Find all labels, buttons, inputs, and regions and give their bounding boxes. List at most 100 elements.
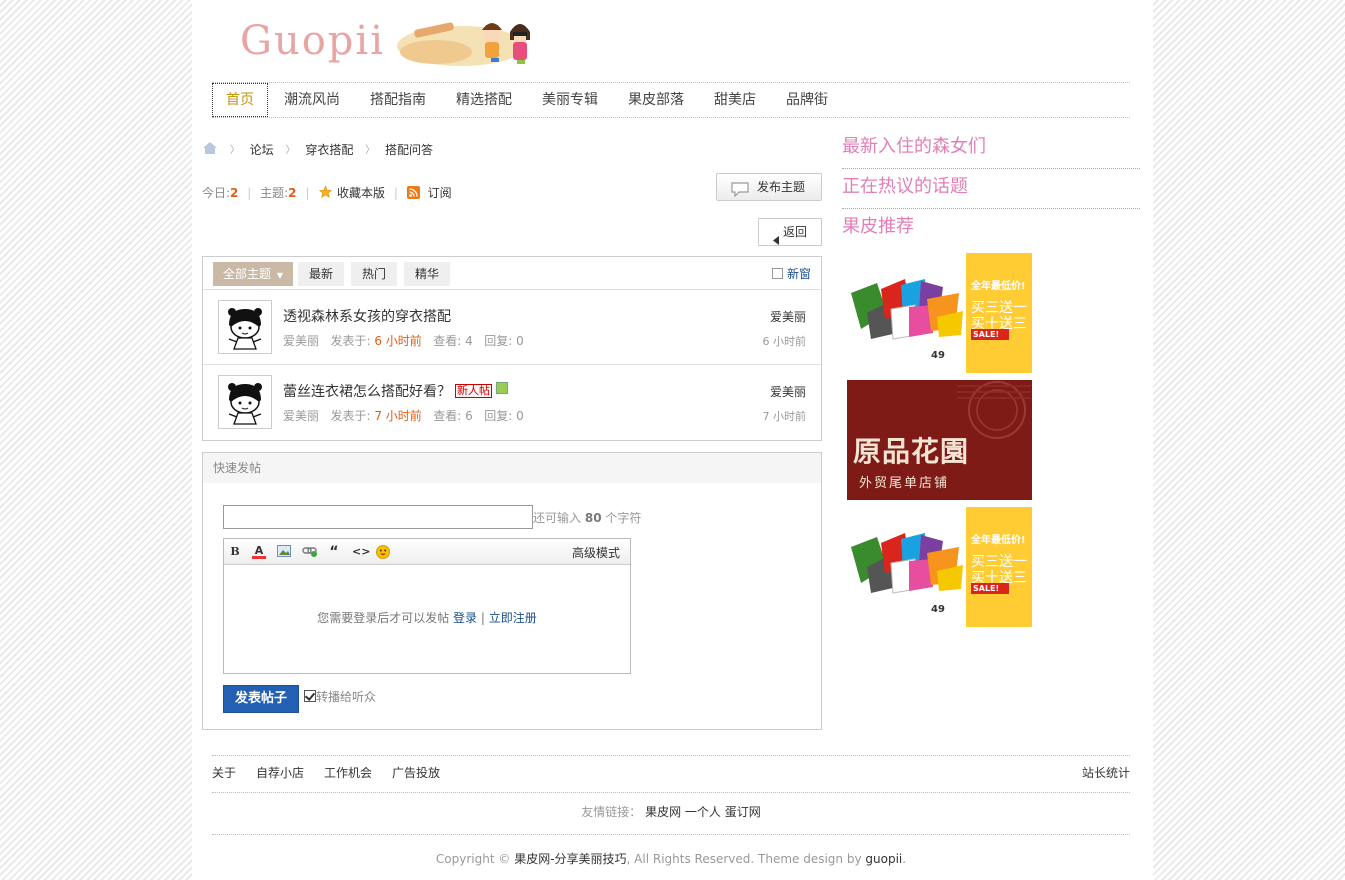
register-link[interactable]: 立即注册 — [489, 611, 537, 625]
avatar[interactable] — [218, 300, 272, 354]
breadcrumb-separator-icon: 〉 — [285, 144, 296, 156]
thread-row: 蕾丝连衣裙怎么搭配好看？ 新人帖 爱美丽 发表于: 7 小时前 查看: 6 回复:… — [203, 364, 821, 440]
nav-item-guide[interactable]: 搭配指南 — [370, 83, 426, 117]
footer-link-stats[interactable]: 站长统计 — [1082, 756, 1130, 790]
thread-views: 4 — [465, 334, 473, 348]
tab-all[interactable]: 全部主题 ▼ — [213, 262, 293, 286]
footer-link-shops[interactable]: 自荐小店 — [256, 756, 304, 790]
advanced-mode-link[interactable]: 高级模式 — [572, 544, 620, 561]
nav-item-tribe[interactable]: 果皮部落 — [628, 83, 684, 117]
thread-title[interactable]: 透视森林系女孩的穿衣搭配 — [283, 306, 451, 326]
thread-posted-time: 7 小时前 — [374, 409, 422, 423]
ad-price: 49 — [931, 604, 945, 615]
remaining-count: 80 — [584, 511, 602, 525]
tab-hot[interactable]: 热门 — [351, 262, 397, 286]
divider — [212, 834, 1130, 835]
relay-option[interactable]: 转播给听众 — [304, 688, 376, 705]
tab-all-label: 全部主题 — [223, 267, 272, 281]
breadcrumb-forum[interactable]: 论坛 — [250, 143, 274, 157]
friend-link[interactable]: 一个人 — [685, 805, 721, 819]
chevron-down-icon: ▼ — [276, 271, 283, 280]
sidebar-title-hot-topics[interactable]: 正在热议的话题 — [842, 170, 1140, 209]
smiley-icon[interactable] — [376, 545, 390, 559]
char-remaining: 还可输入 80 个字符 — [533, 509, 641, 526]
new-window-toggle[interactable]: 新窗 — [771, 266, 811, 282]
image-attachment-icon — [496, 382, 508, 394]
friend-links: 友情链接： 果皮网 一个人 蛋订网 — [212, 803, 1130, 820]
ad-headline: 全年最低价! — [971, 535, 1026, 546]
page: Guopii 首页 潮流风尚 搭配指南 精选搭配 美丽专辑 果皮部落 甜美店 品… — [192, 0, 1153, 880]
avatar[interactable] — [218, 375, 272, 429]
login-link[interactable]: 登录 — [453, 611, 477, 625]
home-icon[interactable] — [202, 141, 218, 161]
bold-icon[interactable]: B — [228, 545, 242, 559]
link-icon[interactable] — [302, 545, 317, 559]
ad-banner-cushions[interactable]: 49 全年最低价! 买三送一 买十送三 SALE! — [847, 507, 1032, 627]
last-post-author[interactable]: 爱美丽 — [770, 383, 806, 400]
breadcrumb-qa[interactable]: 搭配问答 — [385, 143, 433, 157]
font-color-icon[interactable]: A — [252, 545, 266, 559]
nav-item-sweet-shop[interactable]: 甜美店 — [714, 83, 756, 117]
subject-input[interactable] — [223, 505, 533, 529]
relay-checkbox[interactable] — [304, 690, 316, 702]
thread-author[interactable]: 爱美丽 — [283, 334, 319, 348]
breadcrumb: 〉 论坛 〉 穿衣搭配 〉 搭配问答 — [202, 140, 433, 160]
post-topic-button[interactable]: 发布主题 — [716, 173, 822, 201]
friend-link[interactable]: 蛋订网 — [725, 805, 761, 819]
site-logo[interactable]: Guopii — [240, 12, 540, 70]
topics-label: 主题: — [260, 186, 289, 200]
back-label: 返回 — [783, 225, 808, 239]
thread-list: 全部主题 ▼ 最新 热门 精华 新窗 透视森林系女孩的穿衣搭配 爱美丽 发表于:… — [202, 256, 822, 441]
breadcrumb-outfit[interactable]: 穿衣搭配 — [305, 143, 353, 157]
thread-replies: 0 — [516, 409, 524, 423]
sidebar-title-recommend[interactable]: 果皮推荐 — [842, 210, 1140, 248]
ad-sale-button: SALE! — [971, 583, 1009, 594]
today-count: 2 — [230, 186, 239, 200]
star-icon — [318, 185, 337, 200]
friend-link[interactable]: 果皮网 — [645, 805, 681, 819]
designer-link[interactable]: guopii — [865, 852, 902, 866]
rss-icon — [406, 186, 424, 200]
nav-item-brand-street[interactable]: 品牌街 — [786, 83, 828, 117]
thread-author[interactable]: 爱美丽 — [283, 409, 319, 423]
nav-item-selected[interactable]: 精选搭配 — [456, 83, 512, 117]
footer-links: 关于 自荐小店 工作机会 广告投放 站长统计 — [212, 755, 1130, 793]
quick-post-panel: 快速发帖 还可输入 80 个字符 B A “ <> 高级模式 您需要登录后才可以… — [202, 452, 822, 730]
favorite-link[interactable]: 收藏本版 — [337, 186, 385, 200]
quote-icon[interactable]: “ — [327, 545, 341, 559]
subscribe-link[interactable]: 订阅 — [428, 186, 452, 200]
breadcrumb-separator-icon: 〉 — [229, 144, 240, 156]
views-label: 查看: — [433, 334, 462, 348]
nav-item-albums[interactable]: 美丽专辑 — [542, 83, 598, 117]
footer-link-jobs[interactable]: 工作机会 — [324, 756, 372, 790]
views-label: 查看: — [433, 409, 462, 423]
ad-banner-garden[interactable]: 原品花園 外贸尾单店铺 — [847, 380, 1032, 500]
login-notice: 您需要登录后才可以发帖 登录 | 立即注册 — [224, 609, 630, 626]
new-window-checkbox[interactable] — [771, 268, 783, 279]
nav-item-home[interactable]: 首页 — [212, 83, 268, 117]
replies-label: 回复: — [484, 409, 513, 423]
editor-toolbar: B A “ <> 高级模式 — [224, 539, 630, 565]
last-post-author[interactable]: 爱美丽 — [770, 308, 806, 325]
code-icon[interactable]: <> — [352, 545, 370, 559]
sidebar-title-new-members[interactable]: 最新入住的森女们 — [842, 130, 1140, 169]
post-topic-label: 发布主题 — [757, 180, 806, 194]
thread-meta: 爱美丽 发表于: 7 小时前 查看: 6 回复: 0 — [283, 407, 524, 424]
submit-post-button[interactable]: 发表帖子 — [223, 685, 299, 713]
site-name-link[interactable]: 果皮网-分享美丽技巧 — [514, 852, 626, 866]
image-icon[interactable] — [277, 545, 291, 559]
ad-banner-cushions[interactable]: 49 全年最低价! 买三送一 买十送三 SALE! — [847, 253, 1032, 373]
thread-title[interactable]: 蕾丝连衣裙怎么搭配好看？ — [283, 384, 451, 400]
footer-link-ads[interactable]: 广告投放 — [392, 756, 440, 790]
forum-stats: 今日:2 | 主题:2 | 收藏本版 | 订阅 — [202, 185, 452, 200]
thread-posted-time: 6 小时前 — [374, 334, 422, 348]
tab-digest[interactable]: 精华 — [404, 262, 450, 286]
back-button[interactable]: 返回 — [758, 218, 822, 246]
copyright: Copyright © 果皮网-分享美丽技巧, All Rights Reser… — [212, 850, 1130, 867]
footer-link-about[interactable]: 关于 — [212, 756, 236, 790]
new-member-badge: 新人帖 — [455, 384, 492, 398]
tab-latest[interactable]: 最新 — [298, 262, 344, 286]
new-window-label: 新窗 — [786, 267, 811, 281]
nav-item-trend[interactable]: 潮流风尚 — [284, 83, 340, 117]
thread-views: 6 — [465, 409, 473, 423]
